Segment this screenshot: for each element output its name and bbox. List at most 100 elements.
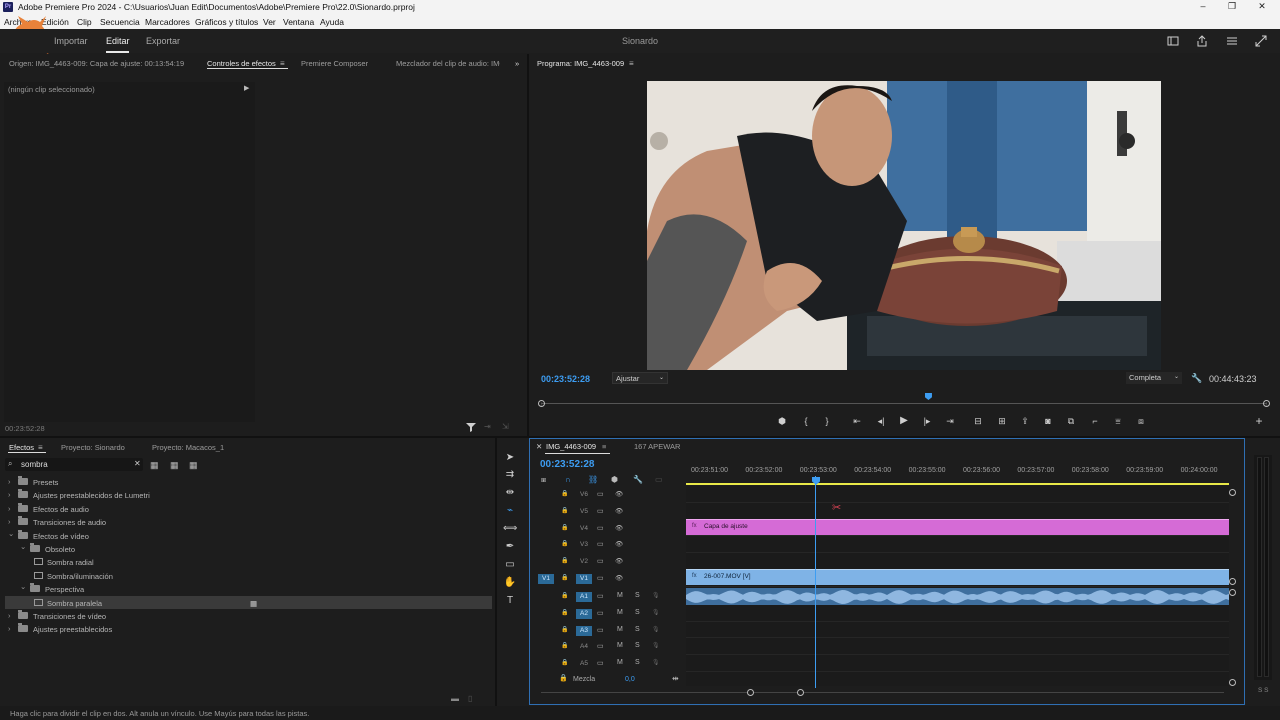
mix-lock-icon[interactable]: 🔒 [559, 674, 568, 682]
scroll-handle-left[interactable] [747, 689, 754, 696]
source-patch-v1[interactable]: V1 [538, 574, 554, 584]
track-handle[interactable] [1229, 489, 1236, 496]
effects-tree-row[interactable]: ⌄ Perspectiva [5, 582, 492, 595]
menu-ver[interactable]: Ver [263, 17, 276, 27]
lock-icon[interactable]: 🔒 [561, 592, 568, 599]
slip-tool-icon[interactable]: ⟺ [503, 522, 517, 536]
selection-tool-icon[interactable]: ➤ [503, 451, 517, 465]
sync-lock-icon[interactable]: ▭ [597, 609, 604, 617]
insert-icon[interactable]: ⊟ [971, 414, 985, 428]
meter-solo-labels[interactable]: S S [1258, 687, 1268, 694]
nest-icon[interactable]: ⧆ [541, 475, 546, 485]
more-tabs-icon[interactable]: » [515, 59, 519, 68]
track-label[interactable]: V6 [576, 490, 592, 500]
tab-exportar[interactable]: Exportar [146, 36, 180, 46]
program-menu-icon[interactable]: ≡ [629, 59, 634, 68]
work-area-bar[interactable] [686, 483, 1229, 485]
tab-sequence-apewar[interactable]: 167 APEWAR [634, 442, 680, 451]
chevron-right-icon[interactable]: › [8, 611, 11, 620]
video-track-header[interactable]: 🔒 V4 ▭ 👁 [530, 520, 685, 536]
eye-icon[interactable]: 👁 [615, 574, 623, 582]
track-select-tool-icon[interactable]: ⇉ [503, 468, 517, 482]
add-marker-icon[interactable]: ⬢ [775, 414, 789, 428]
tab-project-sionardo[interactable]: Proyecto: Sionardo [61, 443, 125, 452]
mix-value[interactable]: 0,0 [625, 676, 635, 683]
track-label[interactable]: A4 [576, 642, 592, 652]
timeline-menu-icon[interactable]: ≡ [602, 442, 606, 451]
microphone-icon[interactable]: 🎙 [652, 592, 660, 599]
menu-ayuda[interactable]: Ayuda [320, 17, 344, 27]
pen-tool-icon[interactable]: ✒ [503, 540, 517, 554]
microphone-icon[interactable]: 🎙 [652, 609, 660, 616]
trim-icon[interactable]: ⌐ [1088, 414, 1102, 428]
solo-icon[interactable]: S [635, 609, 640, 616]
menu-icon[interactable] [1226, 35, 1238, 47]
chevron-right-icon[interactable]: › [8, 490, 11, 499]
chevron-down-icon[interactable]: ⌄ [20, 542, 26, 551]
effects-tree-row[interactable]: › Ajustes preestablecidos de Lumetri [5, 488, 492, 501]
panel-menu-icon[interactable]: ≡ [280, 59, 285, 68]
restore-button[interactable]: ❐ [1225, 1, 1239, 13]
chevron-right-icon[interactable]: › [8, 517, 11, 526]
solo-icon[interactable]: S [635, 642, 640, 649]
eye-icon[interactable]: 👁 [615, 557, 623, 565]
lock-icon[interactable]: 🔒 [561, 507, 568, 514]
scroll-handle-right[interactable] [797, 689, 804, 696]
audio-clip-a1[interactable] [686, 588, 1229, 605]
effects-tree-row[interactable]: › Transiciones de audio [5, 515, 492, 528]
effects-tree-row[interactable]: › Efectos de audio [5, 502, 492, 515]
jump-icon[interactable]: ⇲ [502, 422, 509, 431]
ripple-edit-tool-icon[interactable]: ⇹ [503, 486, 517, 500]
lock-icon[interactable]: 🔒 [561, 490, 568, 497]
wrench-icon[interactable]: 🔧 [1191, 373, 1202, 384]
mix-end-icon[interactable]: ⇹ [672, 674, 679, 683]
eye-icon[interactable]: 👁 [615, 524, 623, 532]
tab-project-macacos[interactable]: Proyecto: Macacos_1 [152, 443, 224, 452]
video-track-header[interactable]: 🔒 V6 ▭ 👁 [530, 486, 685, 502]
lock-icon[interactable]: 🔒 [561, 557, 568, 564]
eye-icon[interactable]: 👁 [615, 507, 623, 515]
hand-tool-icon[interactable]: ✋ [503, 576, 517, 590]
step-forward-icon[interactable]: |▸ [920, 414, 934, 428]
program-timecode[interactable]: 00:23:52:28 [541, 374, 590, 384]
close-button[interactable]: ✕ [1255, 1, 1269, 13]
track-label[interactable]: V4 [576, 524, 592, 534]
sync-lock-icon[interactable]: ▭ [597, 557, 604, 565]
timeline-scroll-track[interactable] [541, 692, 1224, 693]
sync-lock-icon[interactable]: ▭ [597, 592, 604, 600]
video-track-header[interactable]: 🔒 V3 ▭ 👁 [530, 536, 685, 552]
sync-lock-icon[interactable]: ▭ [597, 524, 604, 532]
effects-tree-row[interactable]: Sombra/iluminación [5, 569, 492, 582]
marker-icon[interactable]: ⬢ [611, 475, 618, 484]
mute-icon[interactable]: M [617, 626, 623, 633]
chevron-down-icon[interactable]: ⌄ [20, 582, 26, 591]
effects-menu-icon[interactable]: ≡ [38, 443, 43, 452]
audio-track-header[interactable]: 🔒 A2 ▭ M S 🎙 [530, 605, 685, 621]
delete-icon[interactable]: ▯ [468, 694, 472, 703]
fullscreen-icon[interactable] [1255, 35, 1267, 47]
lock-icon[interactable]: 🔒 [561, 626, 568, 633]
overwrite-icon[interactable]: ⊞ [995, 414, 1009, 428]
lock-icon[interactable]: 🔒 [561, 524, 568, 531]
mute-icon[interactable]: M [617, 659, 623, 666]
audio-track-header[interactable]: 🔒 A3 ▭ M S 🎙 [530, 622, 685, 638]
yuv-effects-icon[interactable]: ▦ [189, 460, 198, 471]
adjustment-layer-clip[interactable]: fx Capa de ajuste [686, 519, 1229, 535]
audio-track-header[interactable]: 🔒 A4 ▭ M S 🎙 [530, 638, 685, 654]
mute-icon[interactable]: M [617, 642, 623, 649]
timeline-settings-icon[interactable]: 🔧 [633, 475, 643, 484]
mute-icon[interactable]: M [617, 609, 623, 616]
menu-ventana[interactable]: Ventana [283, 17, 314, 27]
tab-effects[interactable]: Efectos [9, 443, 34, 452]
chevron-right-icon[interactable]: › [8, 477, 11, 486]
effects-tree-row[interactable]: Sombra radial [5, 555, 492, 568]
timeline-timecode[interactable]: 00:23:52:28 [540, 459, 594, 470]
track-label[interactable]: V2 [576, 557, 592, 567]
vr-icon[interactable]: ⧈ [1134, 414, 1148, 428]
snap-icon[interactable]: ∩ [565, 475, 571, 484]
video-track-header[interactable]: 🔒 V5 ▭ 👁 [530, 503, 685, 519]
track-handle[interactable] [1229, 589, 1236, 596]
track-label[interactable]: V5 [576, 507, 592, 517]
chevron-right-icon[interactable]: › [8, 504, 11, 513]
fit-dropdown[interactable]: Ajustar ⌄ [612, 372, 668, 384]
